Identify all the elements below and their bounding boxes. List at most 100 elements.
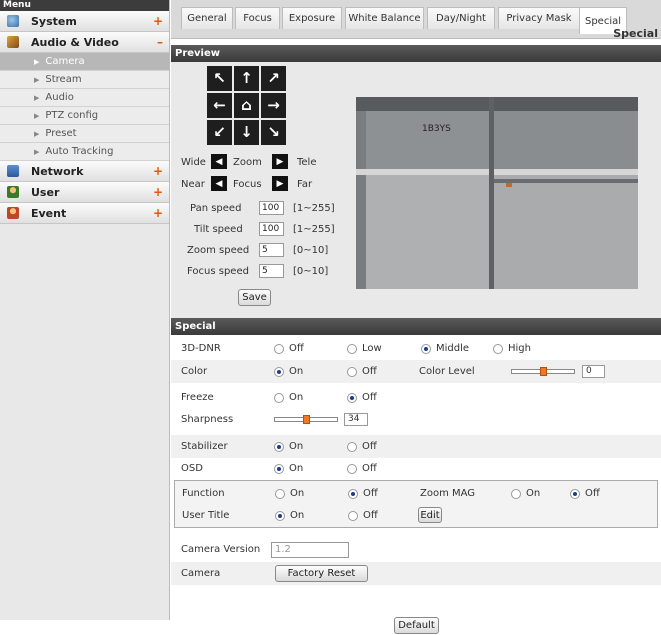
tab-general[interactable]: General <box>181 7 233 29</box>
user-title-on-radio[interactable]: On <box>275 510 304 521</box>
focus-far-label: Far <box>297 179 313 190</box>
row-3d-dnr: 3D-DNR Off Low Middle High <box>171 337 661 360</box>
preview-section: ↖ ↑ ↗ ← ⌂ → ↙ ↓ ↘ Wide ◀ Zoom ▶ Tele Nea… <box>171 62 661 318</box>
sidebar-section-label: Audio & Video <box>31 35 119 49</box>
freeze-on-radio[interactable]: On <box>274 392 303 403</box>
chevron-right-icon: ▶ <box>34 129 40 138</box>
color-off-radio[interactable]: Off <box>347 366 377 377</box>
row-color: Color On Off Color Level 0 <box>171 360 661 383</box>
function-label: Function <box>182 488 225 499</box>
focus-speed-input[interactable]: 5 <box>259 264 284 278</box>
sidebar-section-user[interactable]: User + <box>0 182 169 203</box>
ptz-down-button[interactable]: ↓ <box>234 120 259 145</box>
sidebar-item-auto-tracking[interactable]: ▶ Auto Tracking <box>0 143 169 161</box>
sidebar-item-label: Audio <box>45 92 74 103</box>
sidebar-section-network[interactable]: Network + <box>0 161 169 182</box>
sidebar-section-event[interactable]: Event + <box>0 203 169 224</box>
user-title-off-radio[interactable]: Off <box>348 510 378 521</box>
tab-focus[interactable]: Focus <box>235 7 280 29</box>
chevron-right-icon: ▶ <box>34 75 40 84</box>
function-off-radio[interactable]: Off <box>348 488 378 499</box>
sidebar-item-audio[interactable]: ▶ Audio <box>0 89 169 107</box>
tilt-speed-input[interactable]: 100 <box>259 222 284 236</box>
ptz-home-button[interactable]: ⌂ <box>234 93 259 118</box>
expand-toggle[interactable]: + <box>153 14 163 28</box>
ptz-left-button[interactable]: ← <box>207 93 232 118</box>
sidebar-item-label: PTZ config <box>45 110 99 121</box>
chevron-right-icon: ▶ <box>34 93 40 102</box>
zoom-wide-button[interactable]: ◀ <box>211 154 227 169</box>
tab-white-balance[interactable]: White Balance <box>345 7 424 29</box>
sidebar: Menu System + Audio & Video – ▶ Camera ▶ S… <box>0 0 170 620</box>
zoom-speed-label: Zoom speed <box>187 245 250 256</box>
radio-icon <box>275 488 285 499</box>
3d-dnr-low-radio[interactable]: Low <box>347 343 382 354</box>
ptz-up-button[interactable]: ↑ <box>234 66 259 91</box>
function-on-radio[interactable]: On <box>275 488 304 499</box>
stabilizer-on-radio[interactable]: On <box>274 441 303 452</box>
collapse-toggle[interactable]: – <box>157 35 163 49</box>
stabilizer-off-radio[interactable]: Off <box>347 441 377 452</box>
event-icon <box>7 207 19 219</box>
3d-dnr-high-radio[interactable]: High <box>493 343 531 354</box>
ptz-up-left-button[interactable]: ↖ <box>207 66 232 91</box>
focus-far-button[interactable]: ▶ <box>272 176 288 191</box>
tab-day-night[interactable]: Day/Night <box>427 7 495 29</box>
expand-toggle[interactable]: + <box>153 206 163 220</box>
zoom-mag-off-radio[interactable]: Off <box>570 488 600 499</box>
sidebar-section-system[interactable]: System + <box>0 11 169 32</box>
pan-speed-input[interactable]: 100 <box>259 201 284 215</box>
pan-speed-label: Pan speed <box>190 203 242 214</box>
color-label: Color <box>181 366 208 377</box>
expand-toggle[interactable]: + <box>153 185 163 199</box>
radio-selected-icon <box>421 343 431 354</box>
osd-on-radio[interactable]: On <box>274 463 303 474</box>
zoom-tele-button[interactable]: ▶ <box>272 154 288 169</box>
user-title-label: User Title <box>182 510 230 521</box>
slider-handle[interactable] <box>303 415 310 424</box>
special-header: Special <box>171 318 661 335</box>
3d-dnr-middle-radio[interactable]: Middle <box>421 343 469 354</box>
radio-icon <box>347 441 357 452</box>
focus-near-label: Near <box>181 179 205 190</box>
sidebar-item-label: Auto Tracking <box>45 146 114 157</box>
color-level-slider[interactable] <box>511 367 575 376</box>
freeze-off-radio[interactable]: Off <box>347 392 377 403</box>
tilt-speed-range: [1~255] <box>293 224 335 235</box>
sidebar-item-preset[interactable]: ▶ Preset <box>0 125 169 143</box>
zoom-speed-input[interactable]: 5 <box>259 243 284 257</box>
row-sharpness: Sharpness 34 <box>171 408 661 431</box>
osd-off-radio[interactable]: Off <box>347 463 377 474</box>
sidebar-item-ptz-config[interactable]: ▶ PTZ config <box>0 107 169 125</box>
slider-handle[interactable] <box>540 367 547 376</box>
color-on-radio[interactable]: On <box>274 366 303 377</box>
expand-toggle[interactable]: + <box>153 164 163 178</box>
ptz-down-right-button[interactable]: ↘ <box>261 120 286 145</box>
color-level-label: Color Level <box>419 366 475 377</box>
camera-version-field: 1.2 <box>271 542 349 558</box>
zoom-mag-on-radio[interactable]: On <box>511 488 540 499</box>
radio-icon <box>274 392 284 403</box>
radio-icon <box>347 343 357 354</box>
focus-near-button[interactable]: ◀ <box>211 176 227 191</box>
sidebar-item-camera[interactable]: ▶ Camera <box>0 53 169 71</box>
row-osd: OSD On Off <box>171 457 661 480</box>
save-button[interactable]: Save <box>238 289 271 306</box>
sharpness-value[interactable]: 34 <box>344 413 368 426</box>
3d-dnr-off-radio[interactable]: Off <box>274 343 304 354</box>
sidebar-section-audio-video[interactable]: Audio & Video – <box>0 32 169 53</box>
ptz-up-right-button[interactable]: ↗ <box>261 66 286 91</box>
ptz-down-left-button[interactable]: ↙ <box>207 120 232 145</box>
color-level-value[interactable]: 0 <box>582 365 605 378</box>
sidebar-section-label: System <box>31 14 77 28</box>
sharpness-slider[interactable] <box>274 415 338 424</box>
sharpness-label: Sharpness <box>181 414 234 425</box>
chevron-right-icon: ▶ <box>34 57 40 66</box>
tab-exposure[interactable]: Exposure <box>282 7 342 29</box>
edit-button[interactable]: Edit <box>418 507 442 523</box>
ptz-right-button[interactable]: → <box>261 93 286 118</box>
sidebar-item-stream[interactable]: ▶ Stream <box>0 71 169 89</box>
factory-reset-button[interactable]: Factory Reset <box>275 565 368 582</box>
chevron-right-icon: ▶ <box>34 147 40 156</box>
tab-privacy-mask[interactable]: Privacy Mask <box>498 7 580 29</box>
